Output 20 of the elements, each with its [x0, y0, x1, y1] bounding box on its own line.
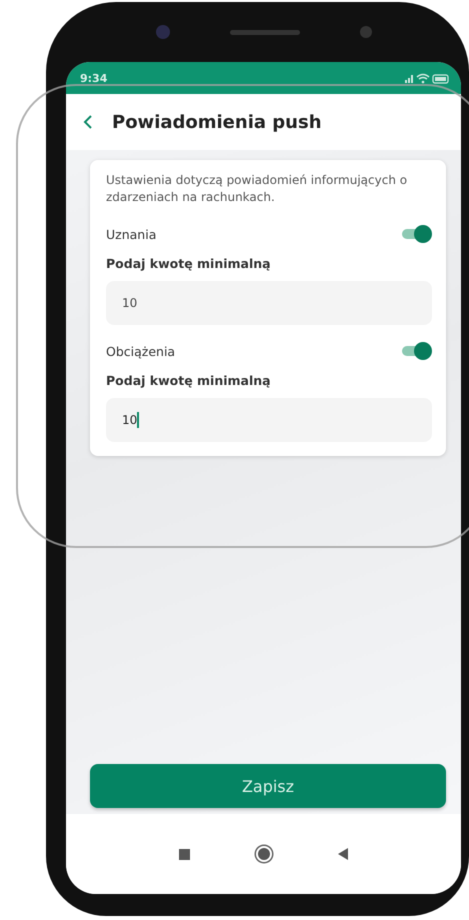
home-icon[interactable] [258, 848, 270, 860]
status-time: 9:34 [80, 72, 108, 84]
setting-label: Uznania [106, 226, 156, 242]
amount-input-field[interactable]: 10 [106, 281, 432, 325]
status-icons [403, 72, 451, 84]
back-icon[interactable] [338, 848, 348, 860]
sensor-icon [360, 26, 372, 38]
toggle-switch[interactable] [400, 342, 432, 360]
setting-label: Obciążenia [106, 344, 176, 358]
back-icon [82, 114, 94, 130]
page-title: Powiadomienia push [112, 112, 322, 132]
field-label: Podaj kwotę minimalną [106, 256, 272, 271]
field-label: Podaj kwotę minimalną [106, 373, 272, 388]
toggle-switch[interactable] [400, 225, 432, 243]
camera-icon [156, 25, 170, 39]
amount-input-field[interactable]: 10 [106, 398, 432, 442]
description-text: Ustawienia dotyczą powiadomień informujących o zdarzeniach na rachunkach. [106, 172, 408, 206]
recent-apps-icon[interactable] [179, 848, 190, 860]
speaker-icon [230, 30, 300, 34]
save-button[interactable]: Zapisz [90, 764, 446, 808]
